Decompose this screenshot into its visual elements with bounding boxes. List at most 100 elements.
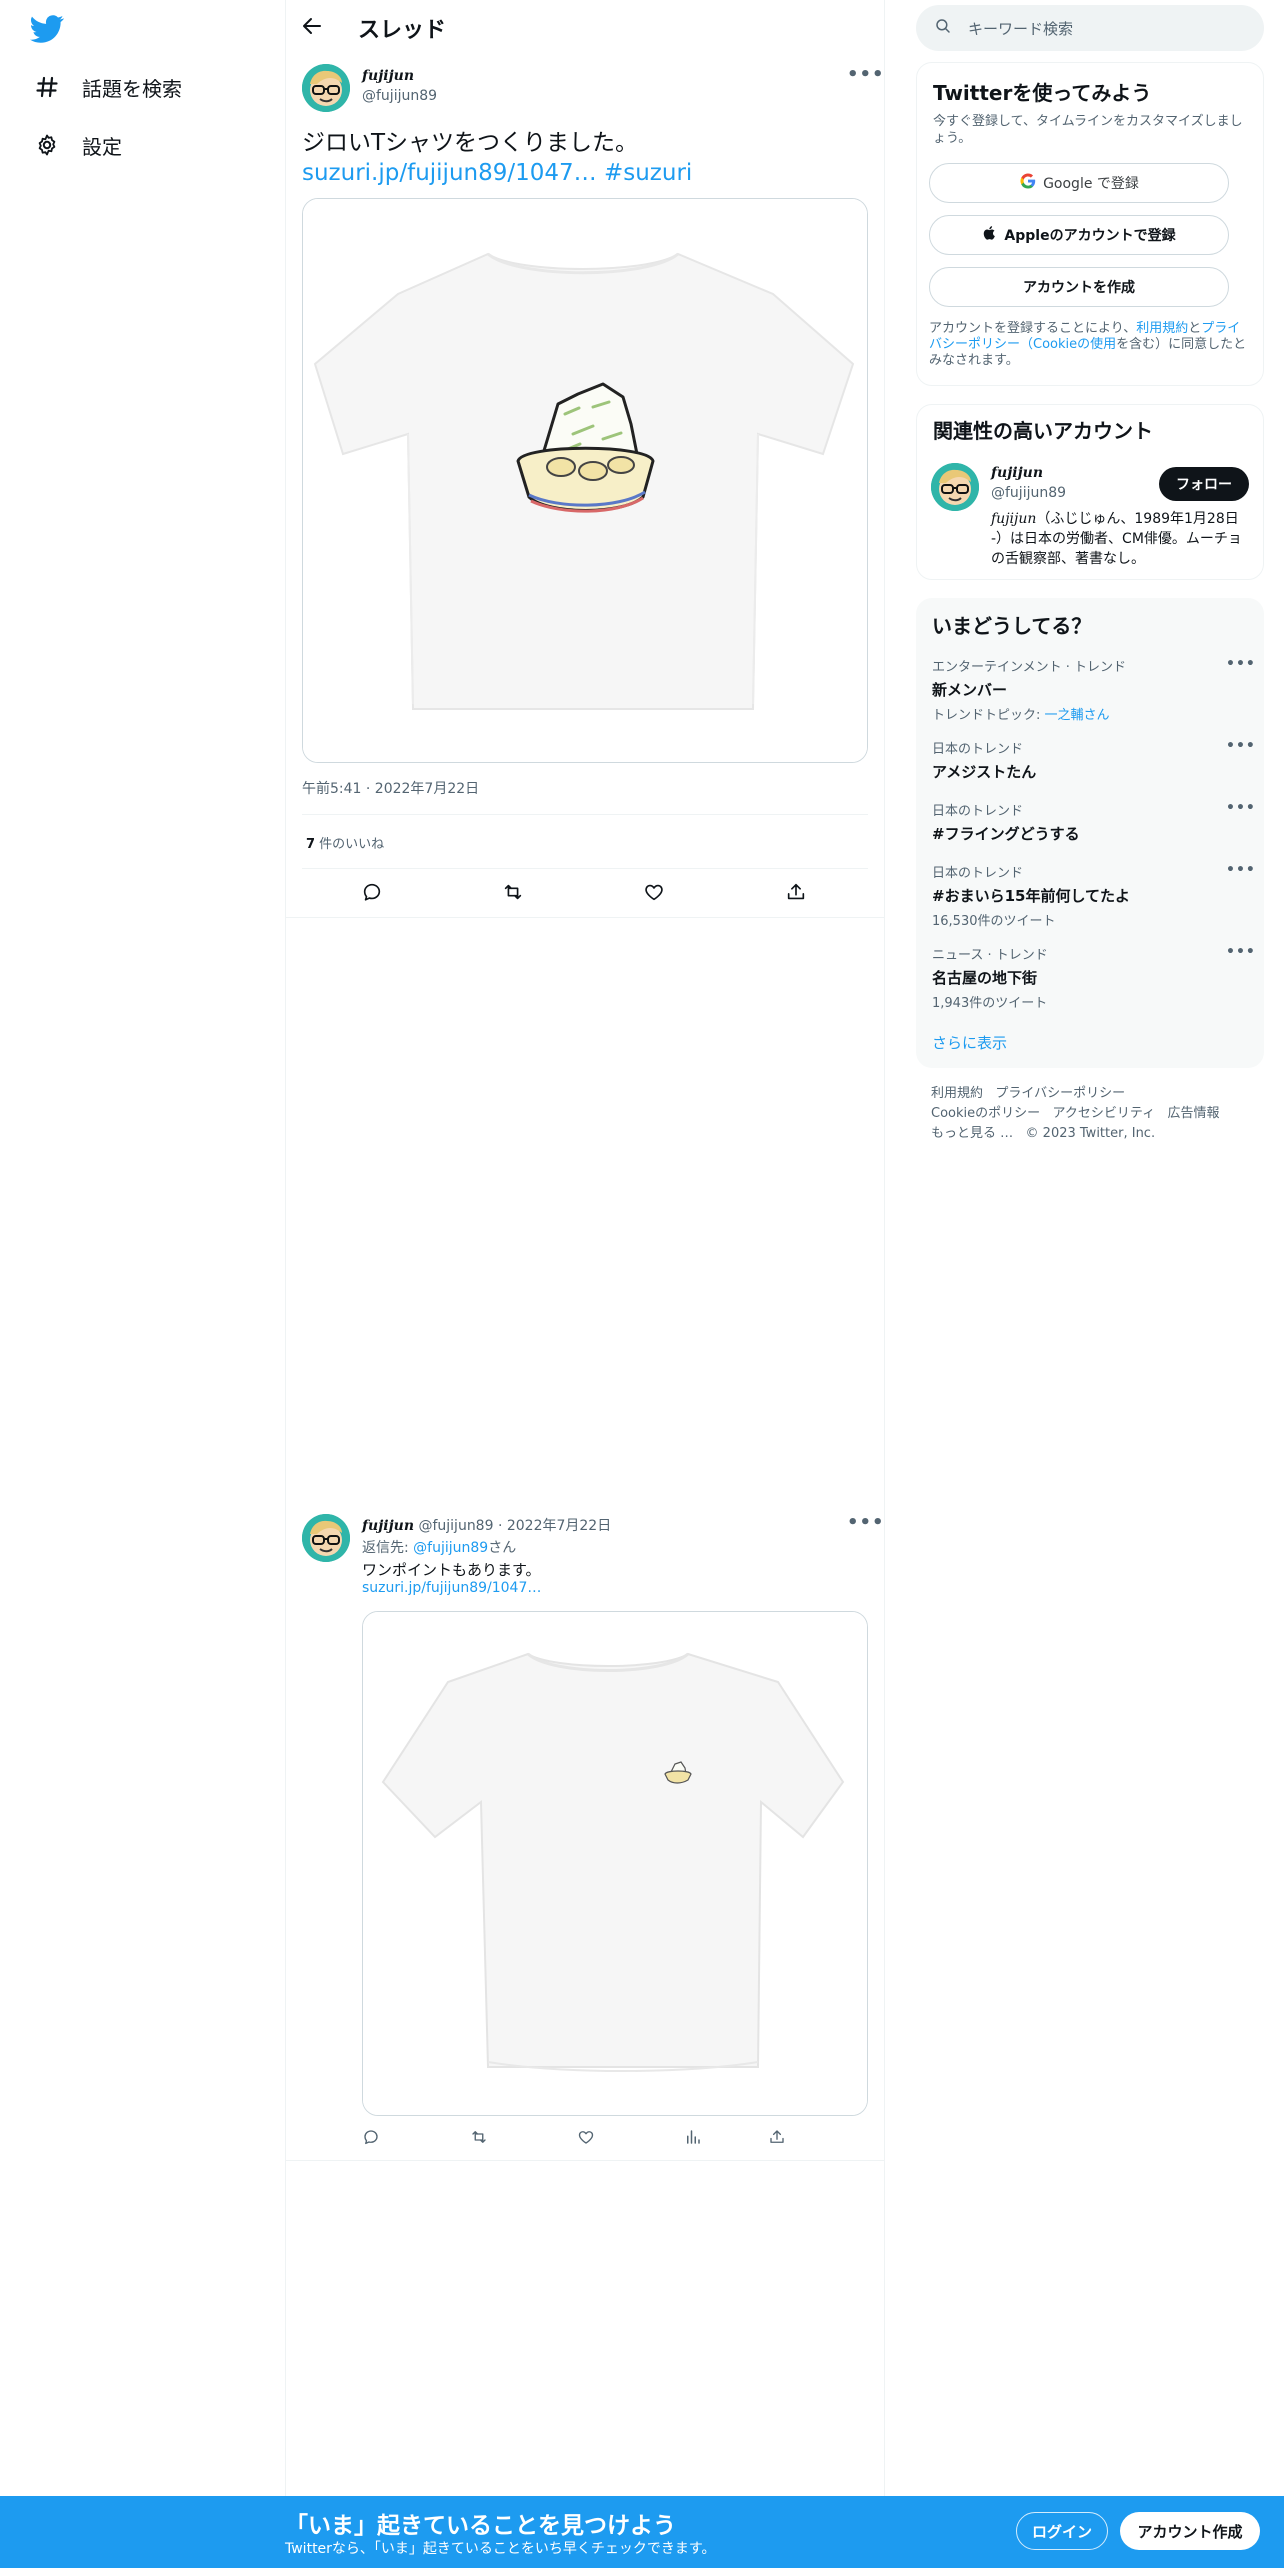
google-icon <box>1019 172 1037 194</box>
nav-item-label: 話題を検索 <box>82 76 182 101</box>
more-options-icon[interactable]: ••• <box>1226 862 1256 878</box>
twitter-bird-icon[interactable] <box>30 12 64 46</box>
column-divider <box>884 0 885 2568</box>
search-input[interactable]: キーワード検索 <box>968 18 1073 39</box>
analytics-icon[interactable] <box>684 2128 702 2150</box>
retweet-icon[interactable] <box>502 881 524 903</box>
author-name[interactable]: fujijun <box>362 68 414 84</box>
signup-title: Twitterを使ってみよう <box>933 81 1152 105</box>
tweet-text: ジロいTシャツをつくりました。 suzuri.jp/fujijun89/1047… <box>302 128 862 188</box>
tweet-date[interactable]: · 2022年7月22日 <box>494 1518 611 1534</box>
account-bio: fujijun（ふじじゅん、1989年1月28日 -）は日本の労働者、CM俳優。… <box>991 509 1253 569</box>
signup-button[interactable]: アカウント作成 <box>1120 2512 1260 2550</box>
footer-link-accessibility[interactable]: アクセシビリティ <box>1053 1106 1156 1121</box>
share-icon[interactable] <box>785 881 807 903</box>
gear-icon <box>34 132 60 158</box>
divider <box>302 868 868 869</box>
tweet-timestamp[interactable]: 午前5:41 · 2022年7月22日 <box>302 778 479 798</box>
trend-item[interactable]: 日本のトレンド #おまいら15年前何してたよ 16,530件のツイート <box>932 862 1248 929</box>
terms-link[interactable]: 利用規約 <box>1136 321 1188 336</box>
divider <box>302 814 868 815</box>
more-options-icon[interactable]: ••• <box>1226 738 1256 754</box>
like-icon[interactable] <box>577 2128 595 2150</box>
signup-subtitle: 今すぐ登録して、タイムラインをカスタマイズしましょう。 <box>933 114 1243 146</box>
more-options-icon[interactable]: ••• <box>1226 800 1256 816</box>
trend-tweet-count: 1,943件のツイート <box>932 996 1048 1011</box>
trend-category: 日本のトレンド <box>932 804 1024 819</box>
trend-item[interactable]: 日本のトレンド アメジストたん <box>932 738 1248 782</box>
trend-name: アメジストたん <box>932 763 1037 781</box>
like-icon[interactable] <box>643 881 665 903</box>
search-bar[interactable]: キーワード検索 <box>916 5 1264 51</box>
footer-link-ads[interactable]: 広告情報 <box>1168 1106 1220 1121</box>
legal-text-part: と <box>1188 321 1202 336</box>
divider <box>285 2160 884 2161</box>
tweet-image[interactable] <box>362 1611 868 2116</box>
retweet-icon[interactable] <box>470 2128 488 2150</box>
avatar[interactable] <box>931 463 979 511</box>
trend-item[interactable]: エンターテインメント · トレンド 新メンバー トレンドトピック: 一之輔さん <box>932 656 1248 723</box>
nav-item-explore[interactable]: 話題を検索 <box>34 67 182 107</box>
share-icon[interactable] <box>768 2128 786 2150</box>
signup-card: Twitterを使ってみよう 今すぐ登録して、タイムラインをカスタマイズしましょ… <box>916 62 1264 386</box>
tweet-body: ワンポイントもあります。 <box>362 1561 541 1579</box>
google-signup-button[interactable]: Google で登録 <box>929 163 1229 203</box>
apple-signup-label: Appleのアカウントで登録 <box>1004 228 1176 244</box>
apple-signup-button[interactable]: Appleのアカウントで登録 <box>929 215 1229 255</box>
trend-tweet-count: 16,530件のツイート <box>932 914 1056 929</box>
avatar[interactable] <box>302 64 350 112</box>
legal-text: アカウントを登録することにより、利用規約とプライバシーポリシー（Cookieの使… <box>929 321 1251 369</box>
likes-number: 7 <box>306 837 316 852</box>
trend-name: 新メンバー <box>932 681 1008 699</box>
trend-name: #おまいら15年前何してたよ <box>932 887 1130 905</box>
account-name[interactable]: fujijun <box>991 465 1043 481</box>
tweet-body: ジロいTシャツをつくりました。 <box>302 130 639 156</box>
footer-link-privacy[interactable]: プライバシーポリシー <box>995 1086 1125 1101</box>
trend-topic-link[interactable]: 一之輔さん <box>1045 708 1110 723</box>
reply-prefix: 返信先: <box>362 1540 414 1556</box>
more-options-icon[interactable]: ••• <box>1226 944 1256 960</box>
likes-count[interactable]: 7 件のいいね <box>306 833 384 852</box>
footer-link-cookies[interactable]: Cookieのポリシー <box>931 1106 1040 1121</box>
trend-item[interactable]: ニュース · トレンド 名古屋の地下街 1,943件のツイート <box>932 944 1248 1011</box>
trend-category: ニュース · トレンド <box>932 948 1048 963</box>
author-name[interactable]: fujijun <box>362 1518 414 1534</box>
show-more-link[interactable]: さらに表示 <box>932 1032 1007 1053</box>
login-button[interactable]: ログイン <box>1016 2512 1108 2550</box>
more-options-icon[interactable]: ••• <box>847 1512 885 1533</box>
trend-item[interactable]: 日本のトレンド #フライングどうする <box>932 800 1248 844</box>
create-account-button[interactable]: アカウントを作成 <box>929 267 1229 307</box>
avatar[interactable] <box>302 1514 350 1562</box>
banner-subtitle: Twitterなら、「いま」起きていることをいち早くチェックできます。 <box>285 2541 716 2557</box>
more-options-icon[interactable]: ••• <box>1226 656 1256 672</box>
account-handle[interactable]: @fujijun89 <box>991 485 1066 501</box>
tweet-link[interactable]: suzuri.jp/fujijun89/1047… <box>302 160 597 186</box>
column-divider <box>285 0 286 2568</box>
footer-link-terms[interactable]: 利用規約 <box>931 1086 983 1101</box>
page-title: スレッド <box>358 18 447 43</box>
more-options-icon[interactable]: ••• <box>847 64 885 85</box>
tweet-hashtag[interactable]: #suzuri <box>604 160 692 186</box>
reply-suffix: さん <box>488 1540 517 1556</box>
author-handle[interactable]: @fujijun89 <box>362 88 437 104</box>
reply-to-handle[interactable]: @fujijun89 <box>413 1540 488 1556</box>
trends-title: いまどうしてる？ <box>932 614 1092 638</box>
reply-icon[interactable] <box>362 2128 380 2150</box>
likes-label: 件のいいね <box>315 837 385 852</box>
reply-icon[interactable] <box>361 881 383 903</box>
trend-category: 日本のトレンド <box>932 742 1024 757</box>
follow-button[interactable]: フォロー <box>1159 467 1249 501</box>
back-arrow-icon[interactable] <box>300 14 326 40</box>
search-icon <box>934 17 952 39</box>
trend-name: 名古屋の地下街 <box>932 969 1038 987</box>
tweet-link[interactable]: suzuri.jp/fujijun89/1047… <box>362 1580 541 1596</box>
author-handle[interactable]: @fujijun89 <box>418 1518 493 1534</box>
nav-item-settings[interactable]: 設定 <box>34 125 122 165</box>
trend-name: #フライングどうする <box>932 825 1080 843</box>
tweet-image[interactable] <box>302 198 868 763</box>
footer-more-link[interactable]: もっと見る … <box>931 1126 1013 1141</box>
relevant-accounts-card: 関連性の高いアカウント fujijun @fujijun89 フォロー fuji… <box>916 404 1264 580</box>
banner-title: 「いま」起きていることを見つけよう <box>285 2513 676 2539</box>
footer-copyright: © 2023 Twitter, Inc. <box>1025 1126 1156 1141</box>
apple-icon <box>982 225 998 245</box>
